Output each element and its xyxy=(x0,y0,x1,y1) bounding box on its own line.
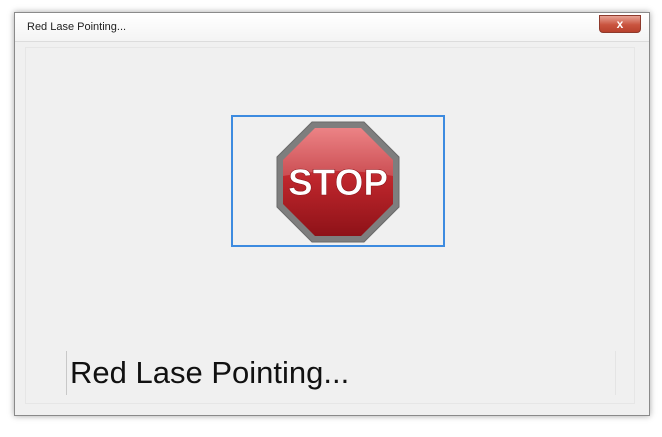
close-button[interactable]: x xyxy=(599,15,641,33)
app-window: Red Lase Pointing... x STOP Red Lase Poi… xyxy=(14,12,650,416)
title-bar[interactable]: Red Lase Pointing... x xyxy=(15,13,649,42)
window-title: Red Lase Pointing... xyxy=(27,21,127,33)
window-client-area: STOP Red Lase Pointing... xyxy=(25,47,635,404)
stop-sign-icon: STOP xyxy=(276,121,400,243)
stop-sign-label: STOP xyxy=(288,162,388,203)
stop-image-frame: STOP xyxy=(231,115,445,247)
close-icon[interactable]: x xyxy=(600,16,640,32)
status-text: Red Lase Pointing... xyxy=(70,355,350,390)
status-label: Red Lase Pointing... xyxy=(66,351,616,395)
